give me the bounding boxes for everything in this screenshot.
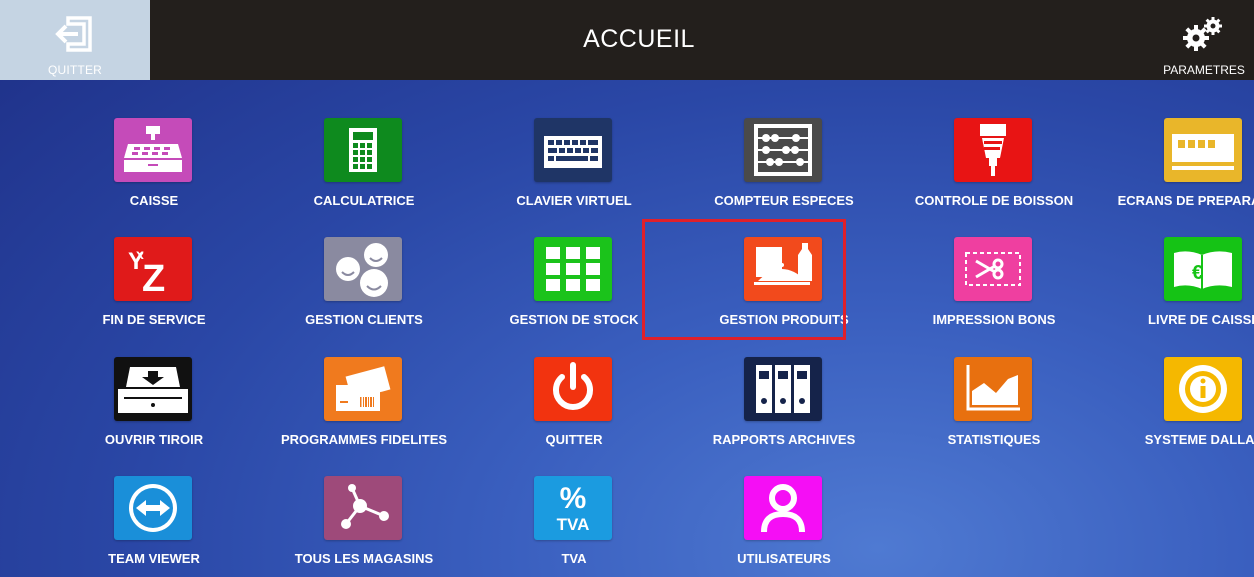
xyz-report-icon: YZx xyxy=(114,237,192,301)
customers-icon xyxy=(324,237,402,301)
network-icon xyxy=(324,476,402,540)
svg-text:TVA: TVA xyxy=(557,515,590,534)
drink-dispenser-icon xyxy=(954,118,1032,182)
svg-text:Z: Z xyxy=(142,258,165,300)
voucher-print-icon xyxy=(954,237,1032,301)
tile-tous-les-magasins[interactable]: TOUS LES MAGASINS xyxy=(259,476,469,576)
kitchen-screen-icon xyxy=(1164,118,1242,182)
tile-clavier-virtuel[interactable]: CLAVIER VIRTUEL xyxy=(469,118,679,218)
top-bar: QUITTER ACCUEIL PARAMETRES xyxy=(0,0,1254,80)
gears-icon xyxy=(1183,17,1222,51)
tile-impression-bons[interactable]: IMPRESSION BONS xyxy=(889,237,1099,337)
tile-utilisateurs[interactable]: UTILISATEURS xyxy=(679,476,889,576)
loyalty-cards-icon xyxy=(324,357,402,421)
vat-percent-icon: % TVA xyxy=(534,476,612,540)
cash-book-icon: € xyxy=(1164,237,1242,301)
tile-caisse[interactable]: CAISSE xyxy=(49,118,259,218)
tile-ouvrir-tiroir[interactable]: OUVRIR TIROIR xyxy=(49,357,259,457)
page-title: ACCUEIL xyxy=(583,25,695,53)
keyboard-icon xyxy=(534,118,612,182)
calculator-icon xyxy=(324,118,402,182)
stock-grid-icon xyxy=(534,237,612,301)
quit-label: QUITTER xyxy=(47,63,103,77)
cash-drawer-icon xyxy=(114,357,192,421)
settings-label: PARAMETRES xyxy=(1163,63,1245,77)
tile-controle-de-boisson[interactable]: CONTROLE DE BOISSON xyxy=(889,118,1099,218)
settings-button[interactable]: PARAMETRES xyxy=(1148,0,1254,80)
tile-label: UTILISATEURS xyxy=(737,551,831,566)
tile-calculatrice[interactable]: CALCULATRICE xyxy=(259,118,469,218)
abacus-icon xyxy=(744,118,822,182)
tile-team-viewer[interactable]: TEAM VIEWER xyxy=(49,476,259,576)
user-icon xyxy=(744,476,822,540)
tile-quitter[interactable]: QUITTER xyxy=(469,357,679,457)
tile-rapports-archives[interactable]: RAPPORTS ARCHIVES xyxy=(679,357,889,457)
dallas-key-icon xyxy=(1164,357,1242,421)
svg-text:%: % xyxy=(560,482,587,515)
cash-register-icon xyxy=(114,118,192,182)
archive-binders-icon xyxy=(744,357,822,421)
teamviewer-icon xyxy=(114,476,192,540)
svg-text:€: € xyxy=(1192,262,1203,284)
svg-text:x: x xyxy=(136,246,144,262)
tile-fin-de-service[interactable]: YZx FIN DE SERVICE xyxy=(49,237,259,337)
tile-systeme-dallas[interactable]: SYSTEME DALLAS xyxy=(1099,357,1254,457)
tile-label: ECRANS DE PREPARATION xyxy=(1117,193,1254,208)
tile-programmes-fidelites[interactable]: PROGRAMMES FIDELITES xyxy=(259,357,469,457)
power-icon xyxy=(534,357,612,421)
tile-compteur-especes[interactable]: COMPTEUR ESPECES xyxy=(679,118,889,218)
tile-ecrans-de-preparation[interactable]: ECRANS DE PREPARATION xyxy=(1099,118,1254,218)
tile-gestion-clients[interactable]: GESTION CLIENTS xyxy=(259,237,469,337)
tile-label: SYSTEME DALLAS xyxy=(1144,432,1254,447)
selection-highlight xyxy=(642,219,846,340)
tile-tva[interactable]: % TVA TVA xyxy=(469,476,679,576)
tile-livre-de-caisse[interactable]: € LIVRE DE CAISSE xyxy=(1099,237,1254,337)
area-chart-icon xyxy=(954,357,1032,421)
tile-label: LIVRE DE CAISSE xyxy=(1148,312,1254,327)
tile-statistiques[interactable]: STATISTIQUES xyxy=(889,357,1099,457)
